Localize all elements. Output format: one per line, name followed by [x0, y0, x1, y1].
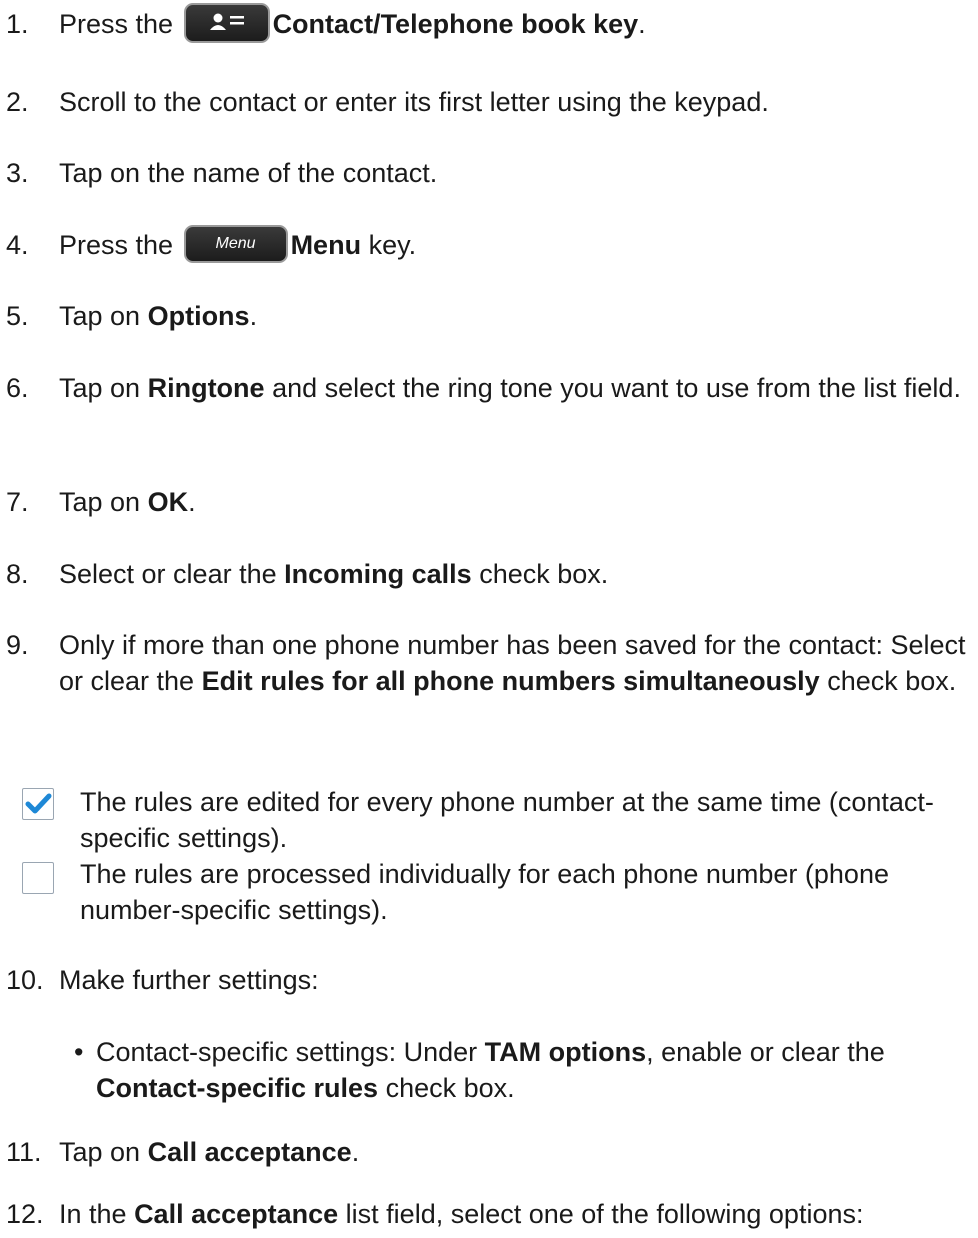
step-number: 7. [6, 487, 29, 517]
step-number: 8. [6, 559, 29, 589]
checkbox-option-text: The rules are edited for every phone num… [80, 787, 934, 853]
step-bold: Menu [290, 230, 362, 260]
step-number: 10. [6, 965, 44, 995]
step-number: 9. [6, 630, 29, 660]
step-bold: Edit rules for all phone numbers simulta… [201, 666, 820, 696]
checkbox-checked-icon [22, 788, 54, 820]
step-number: 4. [6, 230, 29, 260]
step-bold: Call acceptance [134, 1199, 339, 1229]
step-text: Press the [59, 9, 181, 40]
step-bold: Incoming calls [284, 559, 472, 589]
step-bold: Call acceptance [147, 1137, 352, 1167]
contact-book-key-icon [183, 3, 270, 43]
step-number: 12. [6, 1199, 44, 1229]
bullet-dot-icon: • [74, 1037, 84, 1067]
step-number: 5. [6, 301, 29, 331]
step-bold: Contact/Telephone book key [272, 9, 639, 40]
step-text: Make further settings: [59, 965, 319, 995]
step-text: Tap on the name of the contact. [59, 158, 438, 188]
step-number: 11. [6, 1137, 42, 1167]
step-number: 6. [6, 373, 29, 403]
step-number: 1. [6, 9, 29, 39]
menu-key-icon: Menu [183, 224, 288, 263]
step-number: 2. [6, 87, 29, 117]
step-bold: Ringtone [147, 373, 265, 403]
checkbox-unchecked-icon [22, 862, 54, 894]
step-number: 3. [6, 158, 29, 188]
step-text: Scroll to the contact or enter its first… [59, 87, 769, 117]
step-bold: OK [147, 487, 189, 517]
step-bold: Options [147, 301, 250, 331]
checkbox-option-text: The rules are processed individually for… [80, 859, 889, 925]
